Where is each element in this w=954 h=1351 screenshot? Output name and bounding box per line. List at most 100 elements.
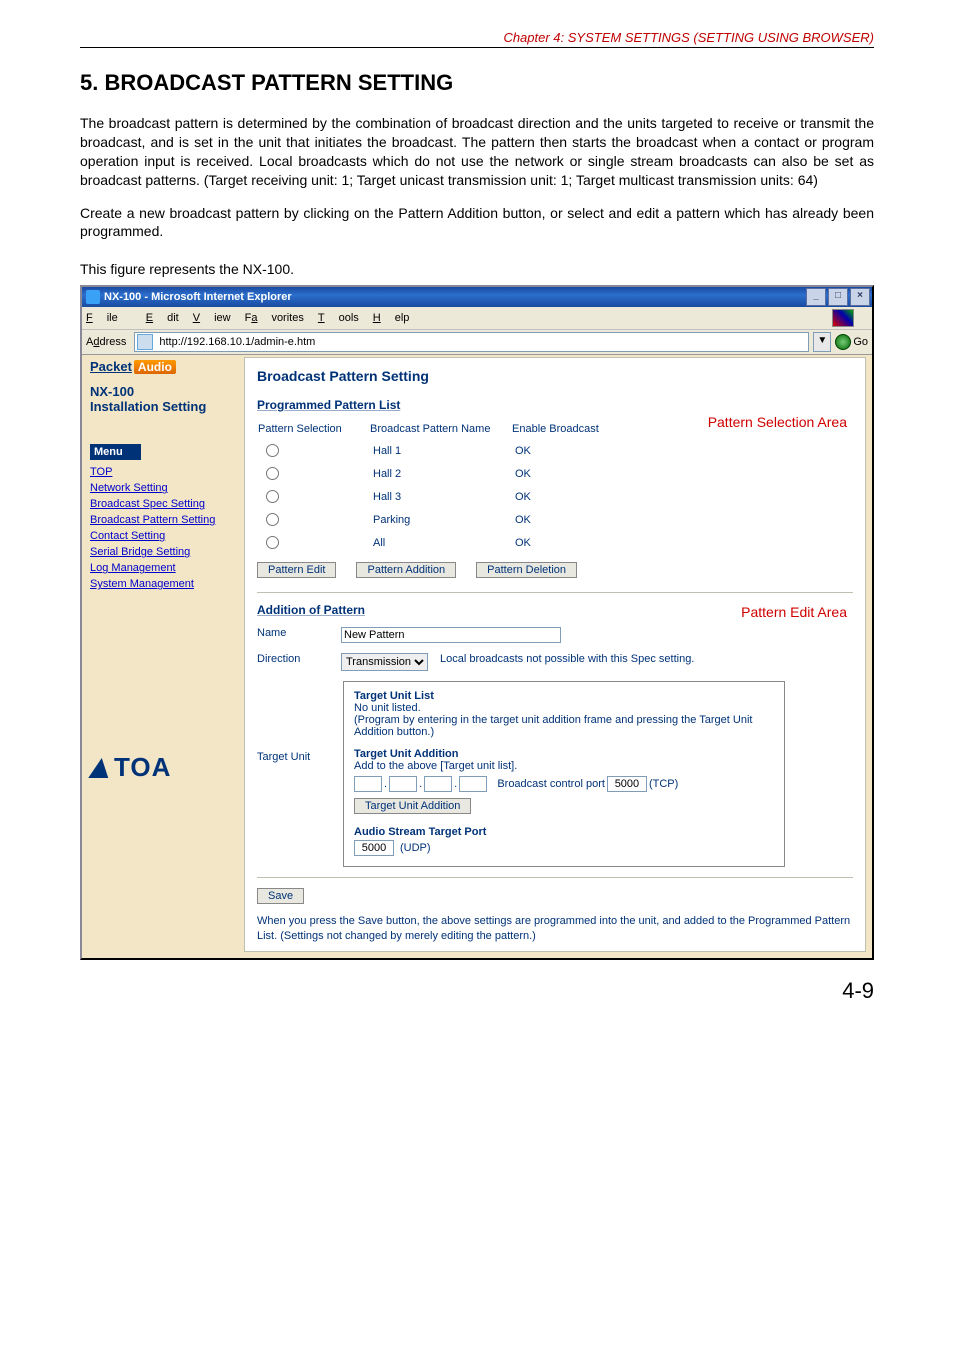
menu-heading: Menu <box>90 444 141 460</box>
enable-cell: OK <box>511 508 617 531</box>
menu-edit[interactable]: Edit <box>146 312 179 324</box>
sidebar: PacketAudio NX-100 Installation Setting … <box>82 355 244 956</box>
sidebar-item-log-management[interactable]: Log Management <box>90 560 238 576</box>
direction-label: Direction <box>257 653 329 665</box>
direction-select[interactable]: Transmission <box>341 653 428 671</box>
browser-window: NX-100 - Microsoft Internet Explorer _ □… <box>80 285 874 960</box>
window-title: NX-100 - Microsoft Internet Explorer <box>104 291 806 303</box>
target-unit-addition-heading: Target Unit Addition <box>354 748 774 760</box>
go-icon <box>835 334 851 350</box>
table-row: All OK <box>257 531 617 554</box>
sidebar-item-broadcast-pattern-setting[interactable]: Broadcast Pattern Setting <box>90 512 238 528</box>
ip-octet-3[interactable] <box>424 776 452 792</box>
address-dropdown-button[interactable]: ▼ <box>813 332 831 352</box>
pattern-edit-button[interactable]: Pattern Edit <box>257 562 336 578</box>
toa-logo: TOA <box>90 752 238 783</box>
target-unit-fieldset: Target Unit List No unit listed. (Progra… <box>343 681 785 867</box>
pattern-select-radio[interactable] <box>266 444 279 457</box>
sidebar-item-network-setting[interactable]: Network Setting <box>90 480 238 496</box>
col-pattern-selection: Pattern Selection <box>257 422 369 439</box>
sidebar-item-broadcast-spec-setting[interactable]: Broadcast Spec Setting <box>90 496 238 512</box>
sidebar-item-system-management[interactable]: System Management <box>90 576 238 592</box>
pattern-addition-button[interactable]: Pattern Addition <box>356 562 456 578</box>
menu-file[interactable]: File <box>86 312 132 324</box>
toa-mark-icon <box>88 758 112 778</box>
pattern-deletion-button[interactable]: Pattern Deletion <box>476 562 577 578</box>
enable-cell: OK <box>511 531 617 554</box>
pattern-name-input[interactable] <box>341 627 561 643</box>
control-port-proto: (TCP) <box>649 778 678 790</box>
annotation-selection-area: Pattern Selection Area <box>708 414 847 430</box>
pattern-name-cell: Hall 2 <box>369 462 511 485</box>
go-label: Go <box>853 336 868 348</box>
pattern-select-radio[interactable] <box>266 536 279 549</box>
chapter-header: Chapter 4: SYSTEM SETTINGS (SETTING USIN… <box>80 30 874 48</box>
address-label: Address <box>86 336 126 348</box>
body-paragraph-1: The broadcast pattern is determined by t… <box>80 114 874 190</box>
close-button[interactable]: × <box>850 288 870 306</box>
minimize-button[interactable]: _ <box>806 288 826 306</box>
menu-favorites[interactable]: Favorites <box>245 312 304 324</box>
table-row: Parking OK <box>257 508 617 531</box>
window-titlebar: NX-100 - Microsoft Internet Explorer _ □… <box>82 287 872 307</box>
audio-port-proto: (UDP) <box>400 842 431 854</box>
page-icon <box>137 334 153 350</box>
target-unit-list-heading: Target Unit List <box>354 690 774 702</box>
brand-audio: Audio <box>134 360 176 374</box>
table-row: Hall 2 OK <box>257 462 617 485</box>
address-bar: Address ▼ Go <box>82 330 872 355</box>
page-number: 4-9 <box>80 978 874 1004</box>
enable-cell: OK <box>511 462 617 485</box>
figure-caption: This figure represents the NX-100. <box>80 261 874 277</box>
go-button[interactable]: Go <box>835 334 868 350</box>
toa-logo-text: TOA <box>114 752 171 783</box>
pattern-name-cell: Hall 3 <box>369 485 511 508</box>
menu-tools[interactable]: Tools <box>318 312 359 324</box>
menubar: File Edit View Favorites Tools Help <box>82 307 872 330</box>
col-enable-broadcast: Enable Broadcast <box>511 422 617 439</box>
pattern-name-cell: Hall 1 <box>369 439 511 462</box>
address-input[interactable] <box>157 334 806 350</box>
save-note: When you press the Save button, the abov… <box>257 914 853 943</box>
page-title: Broadcast Pattern Setting <box>257 368 853 384</box>
save-button[interactable]: Save <box>257 888 304 904</box>
target-unit-list-note: (Program by entering in the target unit … <box>354 714 774 738</box>
audio-port-input[interactable] <box>354 840 394 856</box>
menu-view[interactable]: View <box>193 312 231 324</box>
sidebar-item-serial-bridge-setting[interactable]: Serial Bridge Setting <box>90 544 238 560</box>
pattern-name-cell: Parking <box>369 508 511 531</box>
annotation-edit-area: Pattern Edit Area <box>741 604 847 620</box>
app-icon <box>86 290 100 304</box>
control-port-label: Broadcast control port <box>497 778 605 790</box>
menu-help[interactable]: Help <box>373 312 410 324</box>
enable-cell: OK <box>511 485 617 508</box>
pattern-select-radio[interactable] <box>266 490 279 503</box>
name-label: Name <box>257 627 329 639</box>
target-unit-addition-button[interactable]: Target Unit Addition <box>354 798 471 814</box>
enable-cell: OK <box>511 439 617 462</box>
col-pattern-name: Broadcast Pattern Name <box>369 422 511 439</box>
install-setting-label: Installation Setting <box>90 399 238 414</box>
body-paragraph-2: Create a new broadcast pattern by clicki… <box>80 204 874 242</box>
programmed-pattern-list-heading: Programmed Pattern List <box>257 398 853 412</box>
target-unit-addition-note: Add to the above [Target unit list]. <box>354 760 774 772</box>
address-combo[interactable] <box>134 332 809 352</box>
pattern-select-radio[interactable] <box>266 513 279 526</box>
target-unit-list-empty: No unit listed. <box>354 702 774 714</box>
table-row: Hall 1 OK <box>257 439 617 462</box>
main-panel: Pattern Selection Area Pattern Edit Area… <box>244 357 866 952</box>
pattern-select-radio[interactable] <box>266 467 279 480</box>
sidebar-item-contact-setting[interactable]: Contact Setting <box>90 528 238 544</box>
pattern-name-cell: All <box>369 531 511 554</box>
maximize-button[interactable]: □ <box>828 288 848 306</box>
control-port-input[interactable] <box>607 776 647 792</box>
sidebar-item-top[interactable]: TOP <box>90 464 238 480</box>
ip-octet-2[interactable] <box>389 776 417 792</box>
ie-throbber-icon <box>832 309 854 327</box>
ip-octet-4[interactable] <box>459 776 487 792</box>
table-row: Hall 3 OK <box>257 485 617 508</box>
pattern-table: Pattern Selection Broadcast Pattern Name… <box>257 422 617 554</box>
model-label: NX-100 <box>90 384 238 399</box>
ip-octet-1[interactable] <box>354 776 382 792</box>
target-unit-label: Target Unit <box>257 681 329 763</box>
